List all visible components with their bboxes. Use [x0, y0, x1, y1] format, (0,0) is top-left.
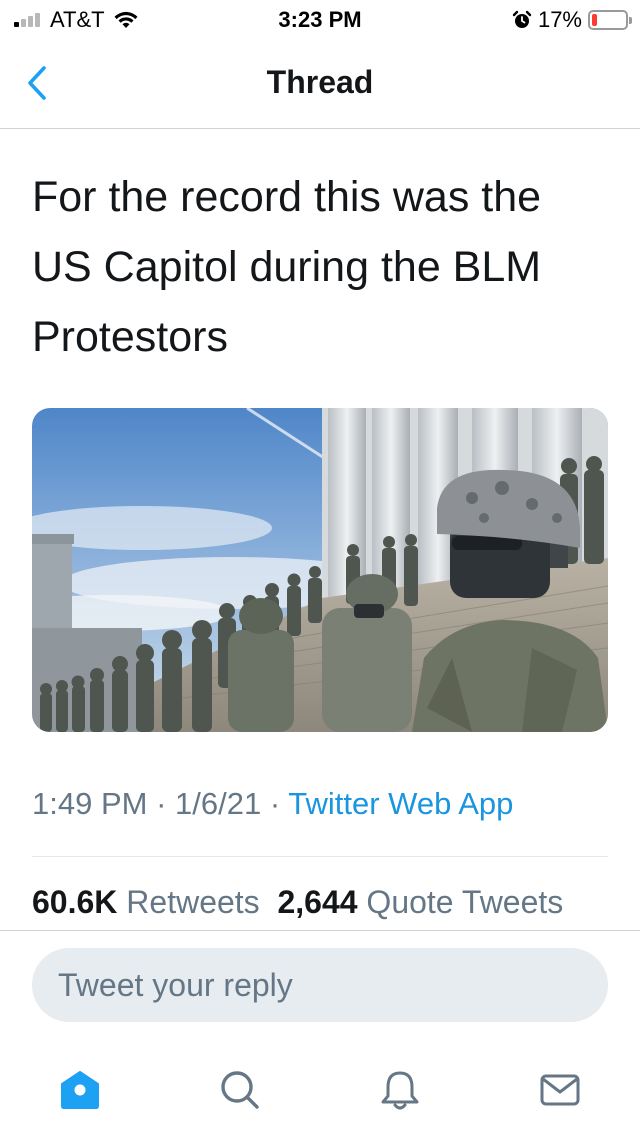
- tab-search[interactable]: [212, 1062, 268, 1118]
- tab-notifications[interactable]: [372, 1062, 428, 1118]
- divider: [32, 856, 608, 857]
- battery-icon: [588, 10, 632, 30]
- retweets-label: Retweets: [126, 884, 260, 920]
- meta-separator: ·: [269, 786, 281, 821]
- battery-percent: 17%: [537, 7, 582, 32]
- tab-messages[interactable]: [532, 1062, 588, 1118]
- alarm-icon: [512, 10, 532, 28]
- tweet-text: For the record this was the US Capitol d…: [32, 173, 542, 361]
- battery-level: [592, 14, 597, 26]
- quote-tweets-label: Quote Tweets: [366, 884, 564, 920]
- divider: [0, 930, 640, 931]
- meta-separator: ·: [156, 786, 167, 821]
- tab-bar: [0, 1040, 640, 1136]
- search-icon: [221, 1071, 259, 1109]
- tweet-photo[interactable]: [32, 408, 608, 732]
- tweet-stats: 60.6K Retweets 2,644 Quote Tweets: [32, 884, 563, 921]
- tweet-date: 1/6/21: [175, 786, 262, 821]
- quote-tweets-stat[interactable]: 2,644 Quote Tweets: [277, 884, 563, 920]
- tweet-time: 1:49 PM: [32, 786, 148, 821]
- photo-image: [32, 408, 608, 732]
- tweet-source-link[interactable]: Twitter Web App: [288, 786, 513, 821]
- reply-placeholder: Tweet your reply: [58, 966, 293, 1003]
- retweets-stat[interactable]: 60.6K Retweets: [32, 884, 260, 920]
- home-icon: [61, 1071, 99, 1109]
- reply-input[interactable]: Tweet your reply: [32, 948, 608, 1022]
- status-right: 17%: [512, 7, 632, 32]
- quote-tweets-count: 2,644: [277, 884, 358, 920]
- tweet-meta: 1:49 PM · 1/6/21 · Twitter Web App: [32, 786, 513, 822]
- page-title: Thread: [266, 64, 374, 100]
- bell-icon: [381, 1071, 419, 1110]
- status-bar: AT&T 3:23 PM 17%: [0, 0, 640, 40]
- nav-bar: Thread: [0, 40, 640, 129]
- retweets-count: 60.6K: [32, 884, 118, 920]
- tab-home[interactable]: [52, 1062, 108, 1118]
- mail-icon: [540, 1074, 580, 1106]
